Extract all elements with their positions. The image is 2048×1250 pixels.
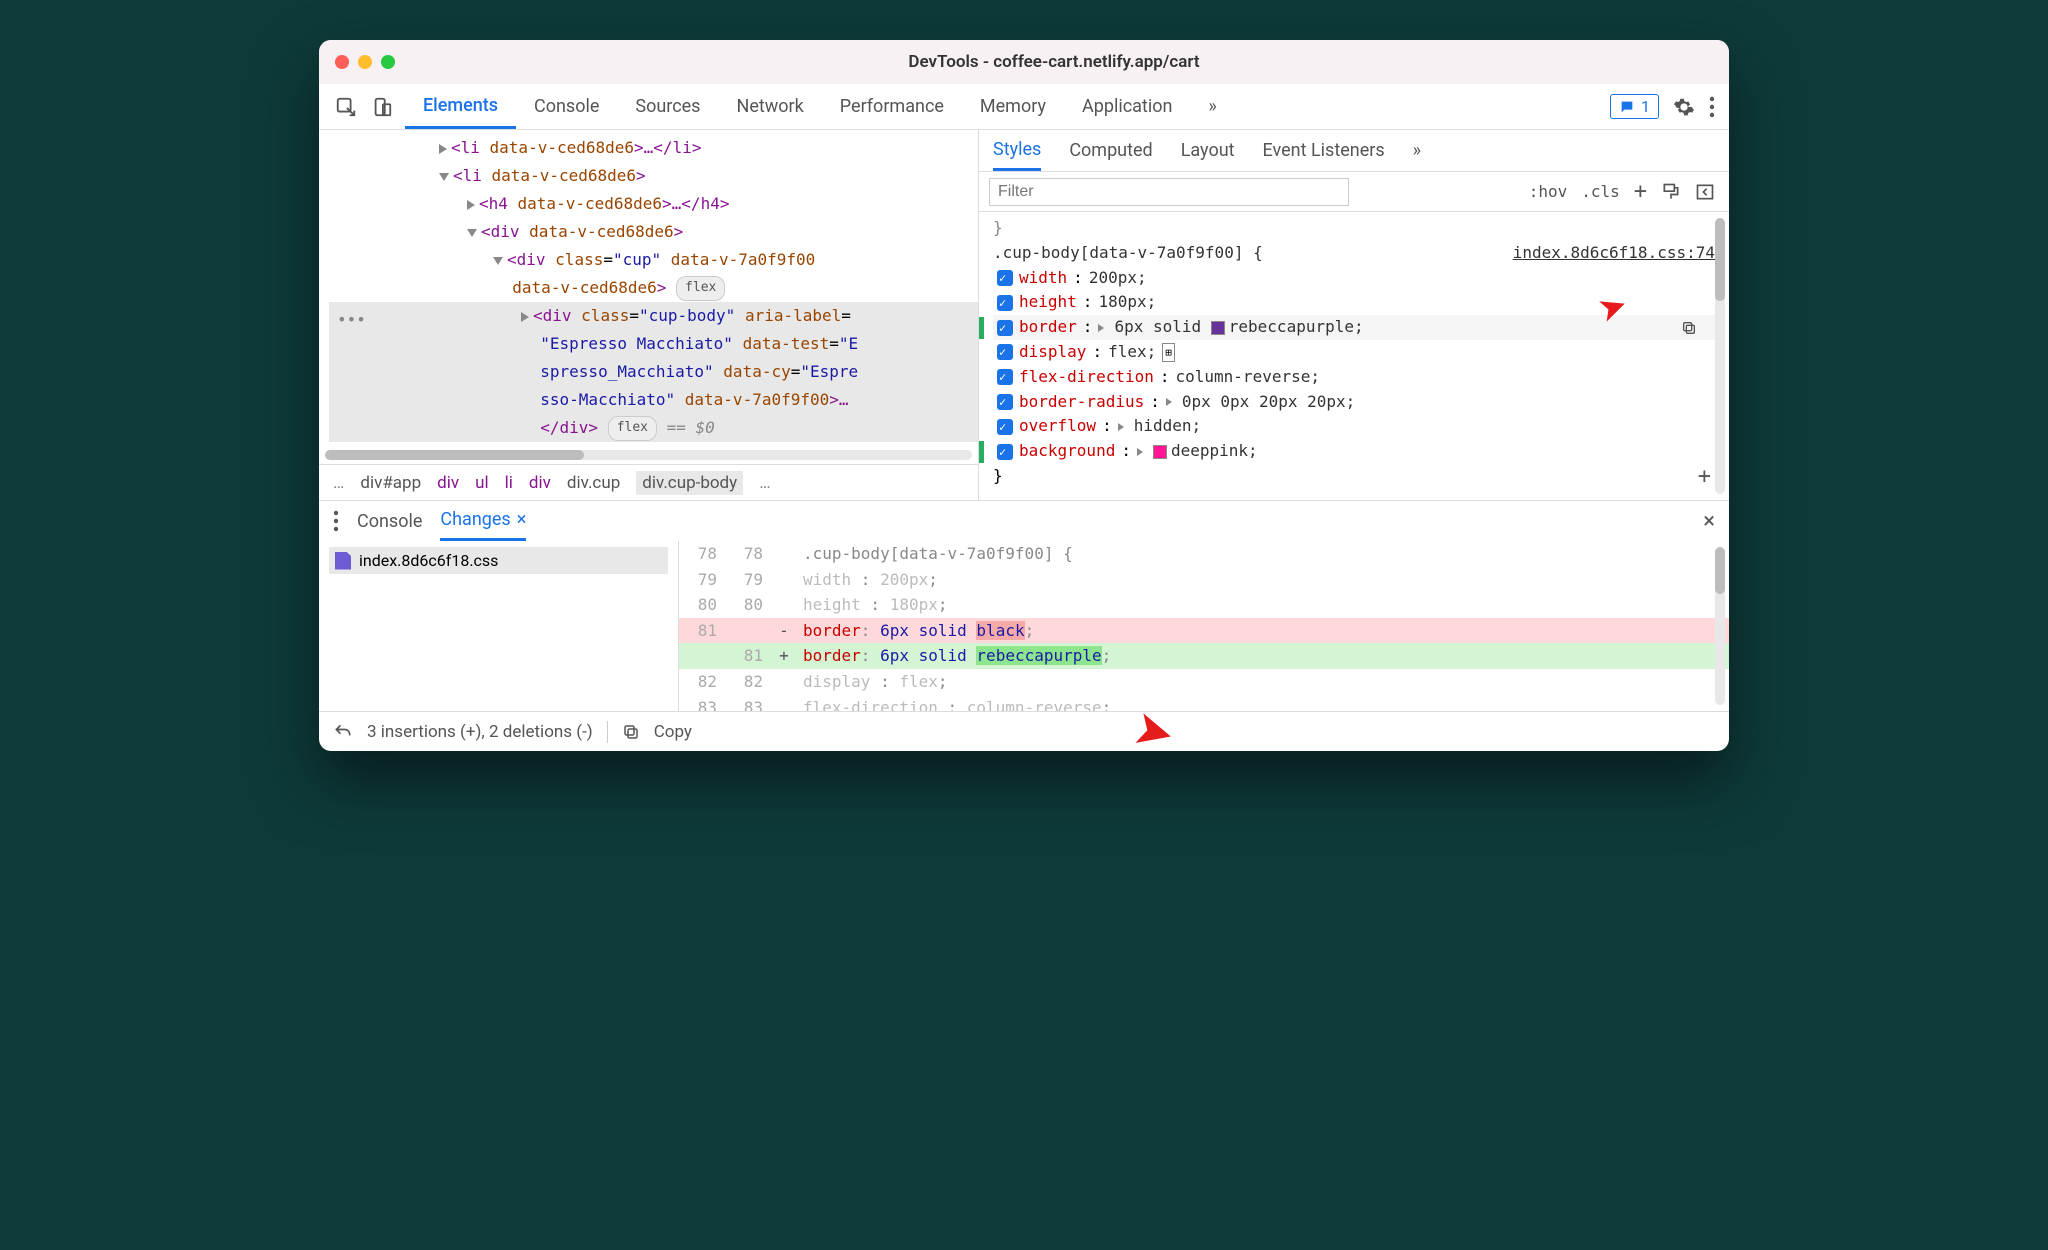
copy-icon[interactable] <box>1681 320 1697 336</box>
styles-tab-listeners[interactable]: Event Listeners <box>1263 130 1385 171</box>
issues-count: 1 <box>1641 97 1650 116</box>
toggle-sidebar-icon[interactable] <box>1695 182 1715 202</box>
drawer-tab-console[interactable]: Console <box>357 501 422 541</box>
diff-pane[interactable]: 7878.cup-body[data-v-7a0f9f00] {7979 wid… <box>679 541 1729 711</box>
traffic-lights <box>335 55 395 69</box>
titlebar: DevTools - coffee-cart.netlify.app/cart <box>319 40 1729 84</box>
more-tabs-icon[interactable]: » <box>1190 84 1234 129</box>
css-property-row[interactable]: flex-direction: column-reverse; <box>993 365 1715 390</box>
file-item[interactable]: index.8d6c6f18.css <box>329 547 668 574</box>
file-name: index.8d6c6f18.css <box>359 551 498 570</box>
main-toolbar: Elements Console Sources Network Perform… <box>319 84 1729 130</box>
hov-toggle[interactable]: :hov <box>1529 182 1568 201</box>
changed-files-list: index.8d6c6f18.css <box>319 541 679 711</box>
property-checkbox[interactable] <box>997 270 1013 286</box>
settings-icon[interactable] <box>1673 96 1695 118</box>
tab-sources[interactable]: Sources <box>617 84 718 129</box>
add-prop-icon[interactable]: + <box>1698 460 1711 494</box>
kebab-menu-icon[interactable] <box>1709 96 1715 118</box>
copy-icon[interactable] <box>622 723 640 741</box>
tab-application[interactable]: Application <box>1064 84 1190 129</box>
drawer: Console Changes× × index.8d6c6f18.css 78… <box>319 500 1729 751</box>
drawer-close-icon[interactable]: × <box>1703 509 1715 534</box>
property-checkbox[interactable] <box>997 369 1013 385</box>
property-checkbox[interactable] <box>997 344 1013 360</box>
styles-panel: Styles Computed Layout Event Listeners »… <box>979 130 1729 500</box>
more-styles-tabs-icon[interactable]: » <box>1413 130 1421 171</box>
close-tab-icon[interactable]: × <box>517 509 527 530</box>
devtools-window: DevTools - coffee-cart.netlify.app/cart … <box>319 40 1729 751</box>
property-checkbox[interactable] <box>997 444 1013 460</box>
styles-tab-computed[interactable]: Computed <box>1069 130 1152 171</box>
add-rule-icon[interactable]: + <box>1634 179 1647 204</box>
drawer-footer: 3 insertions (+), 2 deletions (-) Copy ➤ <box>319 711 1729 751</box>
tab-memory[interactable]: Memory <box>962 84 1064 129</box>
property-checkbox[interactable] <box>997 419 1013 435</box>
dom-tree[interactable]: <li data-v-ced68de6>…</li> <li data-v-ce… <box>319 130 978 450</box>
changes-summary: 3 insertions (+), 2 deletions (-) <box>367 722 593 742</box>
tab-elements[interactable]: Elements <box>405 84 516 129</box>
styles-scrollbar[interactable] <box>1715 218 1725 494</box>
property-checkbox[interactable] <box>997 394 1013 410</box>
property-checkbox[interactable] <box>997 295 1013 311</box>
css-property-row[interactable]: border-radius: 0px 0px 20px 20px; <box>993 390 1715 415</box>
css-property-row[interactable]: overflow: hidden; <box>993 414 1715 439</box>
file-icon <box>335 552 351 570</box>
ellipsis-icon[interactable]: ••• <box>337 306 366 334</box>
paint-icon[interactable] <box>1661 182 1681 202</box>
styles-filter-input[interactable] <box>989 178 1349 206</box>
zoom-window-button[interactable] <box>381 55 395 69</box>
elements-panel: <li data-v-ced68de6>…</li> <li data-v-ce… <box>319 130 979 500</box>
breadcrumb[interactable]: … div#app div ul li div div.cup div.cup-… <box>319 464 978 500</box>
panel-tabs: Elements Console Sources Network Perform… <box>405 84 1610 129</box>
property-checkbox[interactable] <box>997 320 1013 336</box>
styles-tab-layout[interactable]: Layout <box>1181 130 1235 171</box>
inspect-icon[interactable] <box>333 94 359 120</box>
revert-icon[interactable] <box>333 722 353 742</box>
minimize-window-button[interactable] <box>358 55 372 69</box>
device-toggle-icon[interactable] <box>369 94 395 120</box>
issues-badge[interactable]: 1 <box>1610 94 1659 119</box>
tab-network[interactable]: Network <box>718 84 821 129</box>
css-property-row[interactable]: display: flex; ⊞ <box>993 340 1715 365</box>
tab-performance[interactable]: Performance <box>822 84 962 129</box>
flex-badge[interactable]: flex <box>676 276 725 301</box>
window-title: DevTools - coffee-cart.netlify.app/cart <box>395 52 1713 72</box>
flex-badge-inner[interactable]: flex <box>608 416 657 441</box>
diff-scrollbar[interactable] <box>1715 547 1725 705</box>
css-selector[interactable]: .cup-body[data-v-7a0f9f00] { <box>993 241 1263 266</box>
source-link[interactable]: index.8d6c6f18.css:74 <box>1513 241 1715 266</box>
drawer-menu-icon[interactable] <box>333 510 339 532</box>
copy-button[interactable]: Copy <box>654 722 692 742</box>
close-window-button[interactable] <box>335 55 349 69</box>
drawer-tab-changes[interactable]: Changes× <box>440 501 526 541</box>
css-property-row[interactable]: background: deeppink; <box>993 439 1715 464</box>
horizontal-scrollbar[interactable] <box>325 450 972 460</box>
selected-node[interactable]: ••• <div class="cup-body" aria-label= "E… <box>329 302 978 442</box>
styles-tab-styles[interactable]: Styles <box>993 130 1041 171</box>
cls-toggle[interactable]: .cls <box>1581 182 1620 201</box>
tab-console[interactable]: Console <box>516 84 617 129</box>
rule-close: } <box>993 464 1715 489</box>
